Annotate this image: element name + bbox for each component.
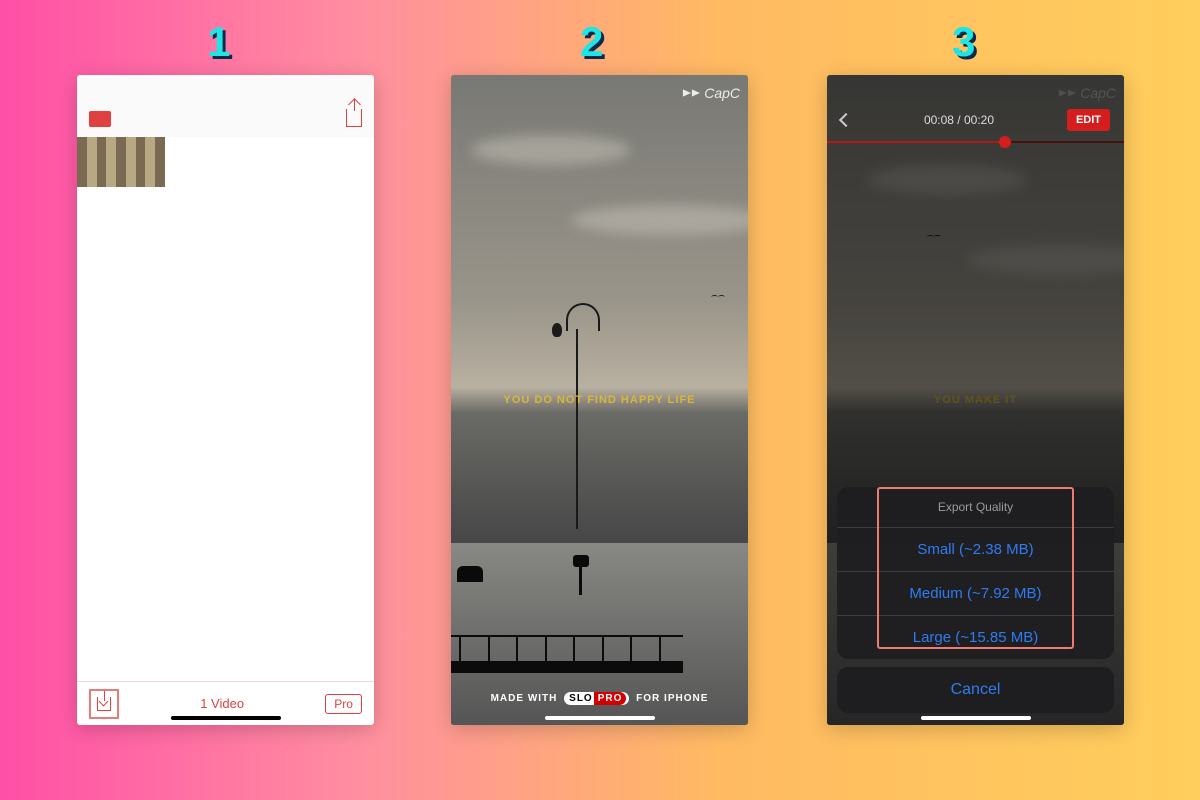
step-label-3: 3 [952,18,977,66]
timecode-label: 00:08 / 00:20 [924,113,994,127]
library-topbar [77,75,374,137]
back-icon[interactable] [839,113,853,127]
video-caption: YOU DO NOT FIND HAPPY LIFE [451,394,748,406]
home-indicator[interactable] [545,716,655,720]
export-sheet-title: Export Quality [837,487,1114,527]
home-indicator[interactable] [921,716,1031,720]
export-action-sheet: Export Quality Small (~2.38 MB) Medium (… [837,487,1114,713]
edit-button[interactable]: EDIT [1067,109,1110,131]
timeline-scrubber[interactable] [827,141,1124,143]
video-count-label: 1 Video [200,696,244,711]
video-frame[interactable]: CapC YOU DO NOT FIND HAPPY LIFE MADE WIT… [451,75,748,725]
madewith-badge: MADE WITH SLOPRO FOR IPHONE [451,692,748,705]
screen-preview: CapC YOU DO NOT FIND HAPPY LIFE MADE WIT… [451,75,748,725]
video-thumbnail[interactable] [77,137,165,187]
share-icon[interactable] [346,109,362,127]
export-option-medium[interactable]: Medium (~7.92 MB) [837,571,1114,615]
export-option-small[interactable]: Small (~2.38 MB) [837,527,1114,571]
import-button-highlight [89,689,119,719]
step-label-1: 1 [207,18,232,66]
capcut-watermark: CapC [682,85,740,101]
export-cancel-button[interactable]: Cancel [837,667,1114,713]
step-label-2: 2 [580,18,605,66]
screen-export: YOU MAKE IT CapC 00:08 / 00:20 EDIT Expo… [827,75,1124,725]
library-empty-area [77,187,374,681]
player-topbar: 00:08 / 00:20 EDIT [827,75,1124,131]
export-option-large[interactable]: Large (~15.85 MB) [837,615,1114,659]
screen-library: 1 Video Pro [77,75,374,725]
home-indicator[interactable] [171,716,281,720]
record-icon[interactable] [89,111,111,127]
import-icon[interactable] [97,697,111,711]
pro-button[interactable]: Pro [325,694,362,714]
